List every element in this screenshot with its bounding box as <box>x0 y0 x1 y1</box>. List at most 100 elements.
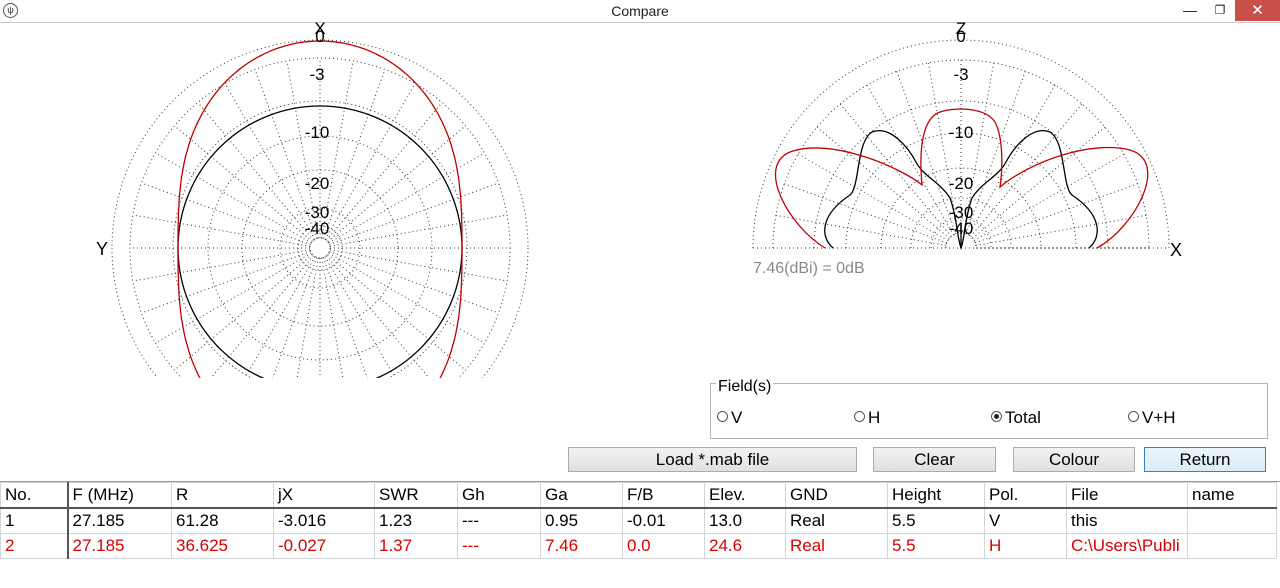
table-cell[interactable]: V <box>984 507 1067 534</box>
azimuth-plot: 0-3-10-20-30-40XY <box>96 22 529 378</box>
azimuth-grid-spoke <box>141 182 311 246</box>
table-cell[interactable]: H <box>984 533 1067 559</box>
column-header[interactable]: Height <box>887 482 985 509</box>
results-table-area: No. F (MHz) RjX SWR Gh Ga F/B Elev. GND Height Pol… <box>0 481 1280 588</box>
radio-v-plus-h-indicator[interactable] <box>1128 411 1139 422</box>
azimuth-ring-label: -10 <box>305 123 330 142</box>
radio-total-indicator[interactable] <box>991 411 1002 422</box>
table-cell[interactable]: 61.28 <box>171 507 274 534</box>
azimuth-grid-spoke <box>326 255 430 378</box>
fields-group <box>710 383 1268 439</box>
elevation-axis-x-label: X <box>1170 240 1182 260</box>
table-cell[interactable]: C:\Users\Publi <box>1066 533 1188 559</box>
column-header[interactable]: name <box>1187 482 1277 509</box>
clear-button[interactable]: Clear <box>873 447 996 472</box>
table-cell[interactable]: -0.01 <box>622 507 705 534</box>
table-cell[interactable]: 24.6 <box>704 533 786 559</box>
column-header[interactable]: Ga <box>540 482 623 509</box>
table-cell[interactable]: this <box>1066 507 1188 534</box>
radio-h-indicator[interactable] <box>854 411 865 422</box>
azimuth-ring-label: -20 <box>305 174 330 193</box>
table-cell[interactable]: 27.185 <box>67 507 172 534</box>
radio-v-indicator[interactable] <box>717 411 728 422</box>
elevation-grid-spoke <box>797 153 949 241</box>
table-cell[interactable]: 1.37 <box>374 533 458 559</box>
azimuth-axis-y-label: Y <box>96 239 108 259</box>
column-header[interactable]: File <box>1066 482 1188 509</box>
table-cell[interactable]: 1.23 <box>374 507 458 534</box>
radio-h-label: H <box>868 408 881 427</box>
column-header[interactable]: No. <box>0 482 69 509</box>
table-row[interactable]: 1 27.185 61.28 -3.016 1.23 --- 0.95 -0.01 13.0 Re… <box>0 507 1277 534</box>
table-cell[interactable]: Real <box>785 533 888 559</box>
table-cell[interactable]: 5.5 <box>887 507 985 534</box>
table-cell[interactable]: Real <box>785 507 888 534</box>
colour-button[interactable]: Colour <box>1013 447 1135 472</box>
column-header[interactable]: Pol. <box>984 482 1067 509</box>
results-table: No. F (MHz) RjX SWR Gh Ga F/B Elev. GND Height Pol… <box>0 482 1277 559</box>
minimize-button[interactable]: — <box>1175 0 1205 21</box>
azimuth-ring-label: -40 <box>305 219 330 238</box>
column-header[interactable]: GND <box>785 482 888 509</box>
azimuth-grid-ring <box>309 237 331 259</box>
azimuth-grid-spoke <box>174 125 313 242</box>
table-cell[interactable]: -0.027 <box>273 533 375 559</box>
column-header[interactable]: R <box>171 482 274 509</box>
azimuth-grid-spoke <box>327 254 466 371</box>
azimuth-grid-spoke <box>174 254 313 371</box>
table-cell[interactable]: 2 <box>0 533 69 559</box>
pattern-plots: 0-3-10-20-30-40XY 0-3-10-20-30-40ZX <box>96 22 1182 378</box>
azimuth-grid-spoke <box>329 182 499 246</box>
table-cell[interactable]: 36.625 <box>171 533 274 559</box>
return-button[interactable]: Return <box>1144 447 1266 472</box>
table-cell[interactable]: 5.5 <box>887 533 985 559</box>
table-cell[interactable]: 13.0 <box>704 507 786 534</box>
table-cell[interactable] <box>1187 533 1277 559</box>
table-cell[interactable]: --- <box>457 533 541 559</box>
radio-v-label: V <box>731 408 743 427</box>
column-header[interactable]: F (MHz) <box>67 482 172 509</box>
azimuth-grid-spoke <box>132 214 311 247</box>
radio-v-plus-h[interactable]: V+H <box>1128 408 1176 428</box>
azimuth-grid-spoke <box>321 257 344 378</box>
column-header[interactable]: Elev. <box>704 482 786 509</box>
column-header[interactable]: SWR <box>374 482 458 509</box>
azimuth-grid-spoke <box>197 102 314 241</box>
radio-v-plus-h-label: V+H <box>1142 408 1176 427</box>
table-row[interactable]: 2 27.185 36.625 -0.027 1.37 --- 7.46 0.0 24.6 Rea… <box>0 533 1277 559</box>
maximize-button[interactable]: ❐ <box>1205 0 1235 21</box>
elevation-grid-spoke <box>896 71 957 235</box>
radio-total[interactable]: Total <box>991 408 1041 428</box>
azimuth-grid-spoke <box>329 214 508 247</box>
azimuth-axis-x-label: X <box>314 22 325 38</box>
load-mab-file-button[interactable]: Load *.mab file <box>568 447 857 472</box>
column-header[interactable]: Gh <box>457 482 541 509</box>
window-title: Compare <box>611 3 669 19</box>
close-button[interactable]: ✕ <box>1235 0 1280 21</box>
azimuth-grid-spoke <box>326 102 443 241</box>
table-cell[interactable]: 0.95 <box>540 507 623 534</box>
table-cell[interactable]: -3.016 <box>273 507 375 534</box>
elevation-grid-spoke <box>866 84 954 236</box>
radio-h[interactable]: H <box>854 408 880 428</box>
elevation-ring-label: -10 <box>949 123 974 142</box>
azimuth-grid-ring <box>172 100 468 378</box>
table-cell[interactable] <box>1187 507 1277 534</box>
elevation-ring-label: -20 <box>949 174 974 193</box>
elevation-grid-spoke <box>975 214 1147 246</box>
table-cell[interactable]: 27.185 <box>67 533 172 559</box>
radio-v[interactable]: V <box>717 408 742 428</box>
table-cell[interactable]: 0.0 <box>622 533 705 559</box>
elevation-grid-spoke <box>972 126 1106 239</box>
column-header[interactable]: F/B <box>622 482 705 509</box>
azimuth-grid-spoke <box>210 255 314 378</box>
table-cell[interactable]: 7.46 <box>540 533 623 559</box>
column-header[interactable]: jX <box>273 482 375 509</box>
table-header-row: No. F (MHz) RjX SWR Gh Ga F/B Elev. GND Height Pol… <box>0 482 1277 509</box>
title-bar: ψ Compare — ❐ ✕ <box>0 0 1280 23</box>
elevation-grid-spoke <box>839 103 952 237</box>
azimuth-ring-label: -3 <box>309 65 324 84</box>
table-cell[interactable]: 1 <box>0 507 69 534</box>
table-cell[interactable]: --- <box>457 507 541 534</box>
azimuth-grid-spoke <box>327 125 466 242</box>
